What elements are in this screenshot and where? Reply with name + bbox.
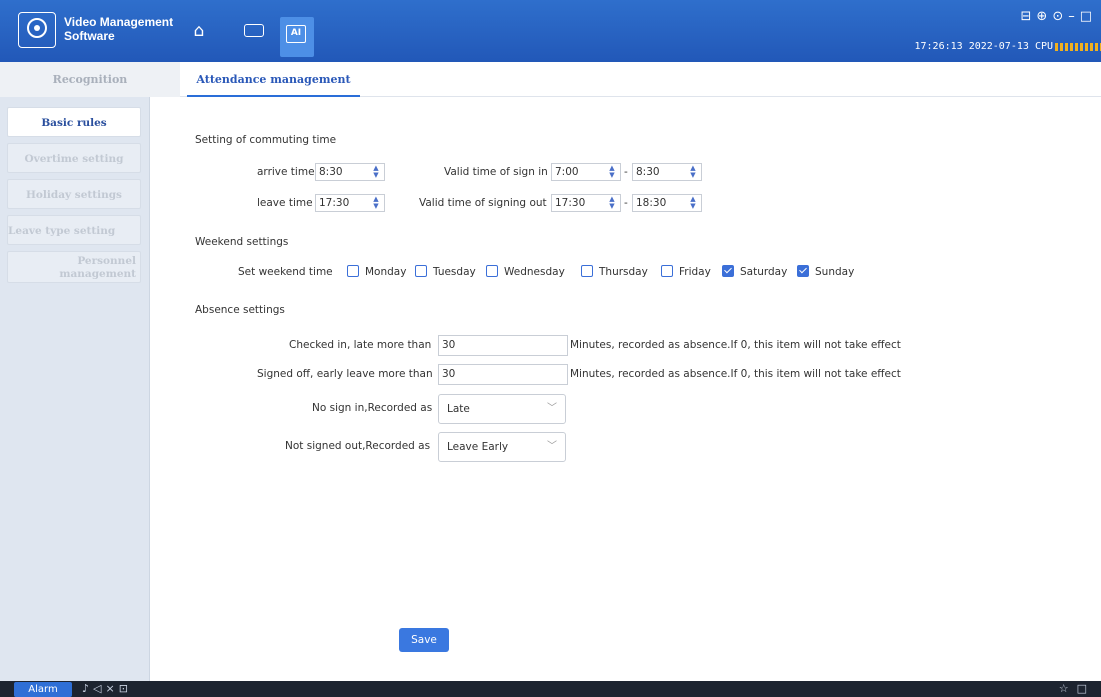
home-icon[interactable]: ⌂ — [188, 20, 210, 42]
leave-time-spinner[interactable]: 17:30 ▲ ▼ — [315, 194, 385, 212]
checkbox-monday[interactable] — [347, 265, 359, 277]
checkbox-label-thursday: Thursday — [599, 266, 648, 278]
spinner-arrows-icon[interactable]: ▲ ▼ — [688, 165, 698, 179]
taskbar-icons[interactable]: ♪◁×⊡ — [82, 681, 132, 697]
sign-in-to-value: 8:30 — [636, 166, 660, 178]
weekend-time-label: Set weekend time — [238, 266, 333, 278]
sign-out-from-value: 17:30 — [555, 197, 586, 209]
checkbox-tuesday[interactable] — [415, 265, 427, 277]
checkbox-label-tuesday: Tuesday — [433, 266, 476, 278]
absence-section-title: Absence settings — [195, 304, 285, 316]
not-signed-out-selected: Leave Early — [447, 441, 509, 453]
window-controls[interactable]: ⊟⊕⊙–□ — [1021, 9, 1097, 24]
early-leave-threshold-hint: Minutes, recorded as absence.If 0, this … — [570, 368, 901, 380]
app-title: Video Management Software — [64, 15, 174, 43]
sign-out-to-value: 18:30 — [636, 197, 667, 209]
keyboard-icon[interactable] — [243, 20, 265, 42]
commuting-section-title: Setting of commuting time — [195, 134, 337, 146]
sign-out-from-spinner[interactable]: 17:30 ▲ ▼ — [551, 194, 621, 212]
not-signed-out-select[interactable]: Leave Early ﹀ — [438, 432, 566, 462]
taskbar: Alarm ♪◁×⊡ ☆□ — [0, 681, 1101, 697]
sign-out-valid-label: Valid time of signing out — [419, 197, 547, 209]
arrive-time-value: 8:30 — [319, 166, 343, 178]
early-leave-threshold-input[interactable]: 30 — [438, 364, 568, 385]
checkbox-wednesday[interactable] — [486, 265, 498, 277]
alarm-button[interactable]: Alarm — [14, 682, 72, 697]
cpu-label: CPU — [1034, 41, 1053, 52]
sign-in-from-spinner[interactable]: 7:00 ▲ ▼ — [551, 163, 621, 181]
main-content: Setting of commuting time arrive time 8:… — [151, 97, 1101, 681]
arrive-time-spinner[interactable]: 8:30 ▲ ▼ — [315, 163, 385, 181]
checkbox-label-saturday: Saturday — [740, 266, 788, 278]
export-icon[interactable]: ⊡ — [119, 682, 132, 695]
spinner-arrows-icon[interactable]: ▲ ▼ — [688, 196, 698, 210]
status-date: 2022-07-13 — [968, 41, 1029, 52]
sign-in-from-value: 7:00 — [555, 166, 579, 178]
window-icon[interactable]: □ — [1077, 682, 1095, 695]
status-time: 17:26:13 — [914, 41, 963, 52]
range-dash: - — [624, 197, 628, 209]
speaker-muted-icon[interactable]: ◁× — [93, 682, 119, 695]
spinner-arrows-icon[interactable]: ▲ ▼ — [607, 165, 617, 179]
late-threshold-input[interactable]: 30 — [438, 335, 568, 356]
title-bar: Video Management Software ⌂ AI ⊟⊕⊙–□ 17:… — [0, 0, 1101, 62]
sidebar-item-basic-rules[interactable]: Basic rules — [7, 107, 141, 137]
leave-time-value: 17:30 — [319, 197, 350, 209]
checkbox-label-sunday: Sunday — [815, 266, 855, 278]
leave-time-label: leave time — [257, 197, 313, 209]
sign-in-to-spinner[interactable]: 8:30 ▲ ▼ — [632, 163, 702, 181]
spinner-arrows-icon[interactable]: ▲ ▼ — [371, 165, 381, 179]
checkbox-friday[interactable] — [661, 265, 673, 277]
sidebar-item-holiday-settings[interactable]: Holiday settings — [7, 179, 141, 209]
not-signed-out-label: Not signed out,Recorded as — [285, 440, 431, 452]
bell-icon[interactable]: ♪ — [82, 682, 93, 695]
range-dash: - — [624, 166, 628, 178]
checkbox-label-wednesday: Wednesday — [504, 266, 565, 278]
cpu-meter — [1055, 43, 1101, 51]
no-sign-in-label: No sign in,Recorded as — [312, 402, 433, 414]
checkbox-saturday[interactable] — [722, 265, 734, 277]
tab-attendance-management[interactable]: Attendance management — [187, 62, 360, 97]
late-threshold-label: Checked in, late more than — [289, 339, 432, 351]
no-sign-in-selected: Late — [447, 403, 470, 415]
arrive-time-label: arrive time — [257, 166, 315, 178]
sidebar-item-overtime-setting[interactable]: Overtime setting — [7, 143, 141, 173]
checkbox-label-monday: Monday — [365, 266, 407, 278]
late-threshold-hint: Minutes, recorded as absence.If 0, this … — [570, 339, 901, 351]
no-sign-in-select[interactable]: Late ﹀ — [438, 394, 566, 424]
early-leave-threshold-label: Signed off, early leave more than — [257, 368, 433, 380]
checkbox-sunday[interactable] — [797, 265, 809, 277]
chevron-down-icon: ﹀ — [547, 441, 557, 452]
tab-bar: Recognition Attendance management — [0, 62, 1101, 97]
sign-in-valid-label: Valid time of sign in — [444, 166, 548, 178]
save-button[interactable]: Save — [399, 628, 449, 652]
sidebar-item-leave-type-setting[interactable]: Leave type setting — [7, 215, 141, 245]
weekend-section-title: Weekend settings — [195, 236, 289, 248]
sidebar: Basic rules Overtime setting Holiday set… — [0, 97, 150, 681]
chevron-down-icon: ﹀ — [547, 403, 557, 414]
ai-nav-button[interactable]: AI — [280, 17, 314, 57]
status-clock: 17:26:13 2022-07-13 CPU — [914, 41, 1053, 52]
sidebar-item-personnel-management[interactable]: Personnel management — [7, 251, 141, 283]
taskbar-right-icons[interactable]: ☆□ — [1059, 681, 1095, 697]
checkbox-label-friday: Friday — [679, 266, 711, 278]
spinner-arrows-icon[interactable]: ▲ ▼ — [607, 196, 617, 210]
checkbox-thursday[interactable] — [581, 265, 593, 277]
spinner-arrows-icon[interactable]: ▲ ▼ — [371, 196, 381, 210]
sign-out-to-spinner[interactable]: 18:30 ▲ ▼ — [632, 194, 702, 212]
ai-icon: AI — [286, 25, 306, 43]
tab-recognition[interactable]: Recognition — [0, 62, 180, 97]
pin-icon[interactable]: ☆ — [1059, 682, 1077, 695]
app-logo-icon — [18, 12, 56, 48]
